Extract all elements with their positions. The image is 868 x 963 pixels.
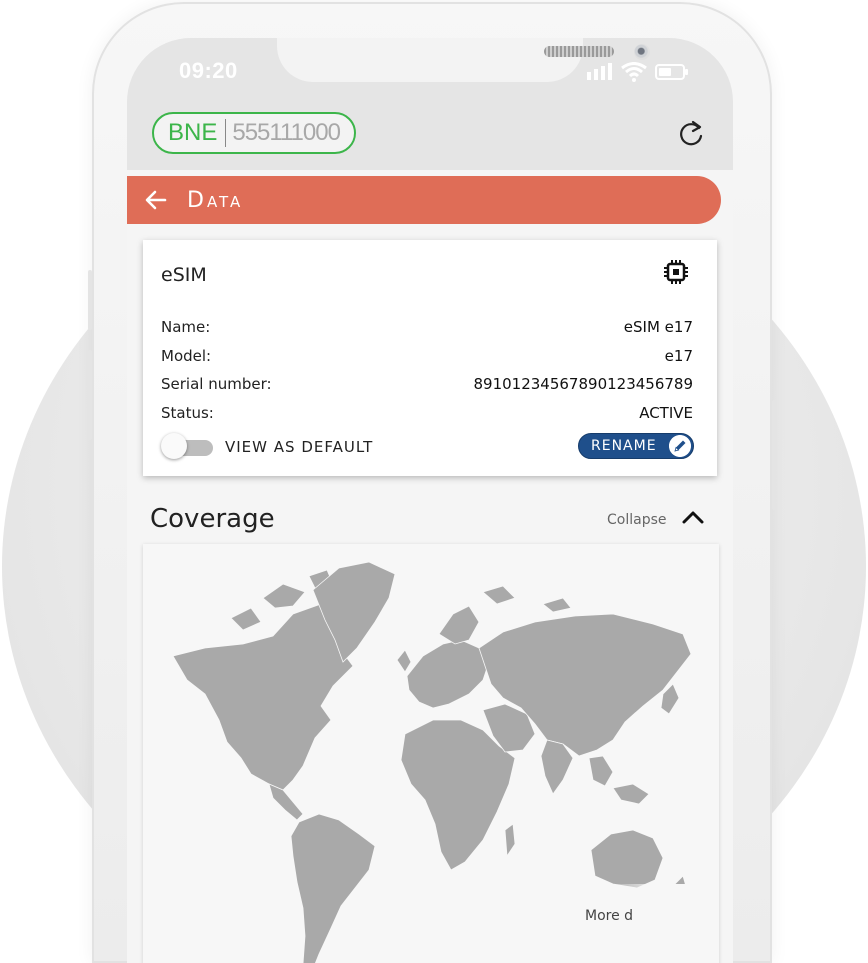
map-region-madagascar bbox=[504, 823, 516, 858]
battery-icon bbox=[655, 64, 688, 80]
row-label: Model: bbox=[161, 347, 212, 365]
map-region-europe bbox=[406, 639, 490, 709]
info-row-model: Model: e17 bbox=[161, 347, 693, 365]
info-row-serial: Serial number: 89101234567890123456789 bbox=[161, 375, 693, 393]
carrier-code: BNE bbox=[168, 119, 218, 146]
info-row-name: Name: eSIM e17 bbox=[161, 318, 693, 336]
status-icons bbox=[587, 62, 697, 82]
map-region-uk bbox=[396, 649, 412, 673]
phone-notch bbox=[277, 38, 650, 82]
map-region-scandinavia bbox=[438, 605, 480, 645]
card-title: eSIM bbox=[161, 264, 207, 286]
phone-side-button bbox=[88, 270, 92, 330]
back-arrow-icon[interactable] bbox=[143, 187, 169, 213]
camera-icon bbox=[634, 44, 650, 60]
row-label: Status: bbox=[161, 404, 214, 422]
map-region-north-america bbox=[172, 603, 354, 791]
carrier-separator bbox=[225, 119, 227, 147]
carrier-number: 555111000 bbox=[232, 119, 341, 146]
signal-icon bbox=[587, 63, 612, 80]
coverage-title: Coverage bbox=[150, 504, 275, 534]
page-title: Data bbox=[187, 187, 244, 213]
rename-label: RENAME bbox=[591, 438, 657, 454]
phone-frame: 09:20 BNE 555111000 Data eSIM Name: eSIM… bbox=[92, 2, 772, 963]
row-label: Name: bbox=[161, 318, 211, 336]
pencil-icon bbox=[669, 435, 691, 457]
chip-icon bbox=[664, 260, 688, 284]
row-value: eSIM e17 bbox=[623, 318, 693, 336]
default-toggle-label: VIEW AS DEFAULT bbox=[225, 438, 374, 456]
more-link[interactable]: More d bbox=[585, 908, 633, 924]
status-value: ACTIVE bbox=[639, 404, 693, 422]
carrier-pill[interactable]: BNE 555111000 bbox=[152, 112, 356, 154]
esim-card: eSIM Name: eSIM e17 Model: e17 Serial nu… bbox=[143, 240, 717, 476]
status-time: 09:20 bbox=[179, 58, 238, 83]
info-row-status: Status: ACTIVE bbox=[161, 404, 693, 422]
map-region-central-america bbox=[268, 783, 304, 821]
map-region-australia bbox=[590, 829, 664, 889]
row-value: 89101234567890123456789 bbox=[473, 375, 694, 393]
phone-volume-button bbox=[88, 350, 92, 440]
refresh-icon[interactable] bbox=[675, 118, 707, 150]
default-toggle[interactable] bbox=[161, 433, 213, 459]
coverage-map-card: More d bbox=[143, 544, 719, 963]
wifi-icon bbox=[621, 62, 647, 82]
collapse-link[interactable]: Collapse bbox=[607, 512, 667, 528]
map-region-arctic-islands bbox=[482, 585, 572, 613]
speaker-grille bbox=[544, 46, 614, 57]
map-region-south-america bbox=[290, 813, 376, 963]
row-label: Serial number: bbox=[161, 375, 272, 393]
phone-screen: 09:20 BNE 555111000 Data eSIM Name: eSIM… bbox=[127, 38, 733, 963]
header-bar: Data bbox=[127, 176, 721, 224]
rename-button[interactable]: RENAME bbox=[578, 433, 694, 459]
chevron-up-icon[interactable] bbox=[681, 508, 705, 526]
map-region-southeast-asia bbox=[588, 755, 650, 805]
row-value: e17 bbox=[664, 347, 693, 365]
toggle-knob bbox=[161, 433, 187, 459]
phone-power-button bbox=[772, 400, 776, 510]
